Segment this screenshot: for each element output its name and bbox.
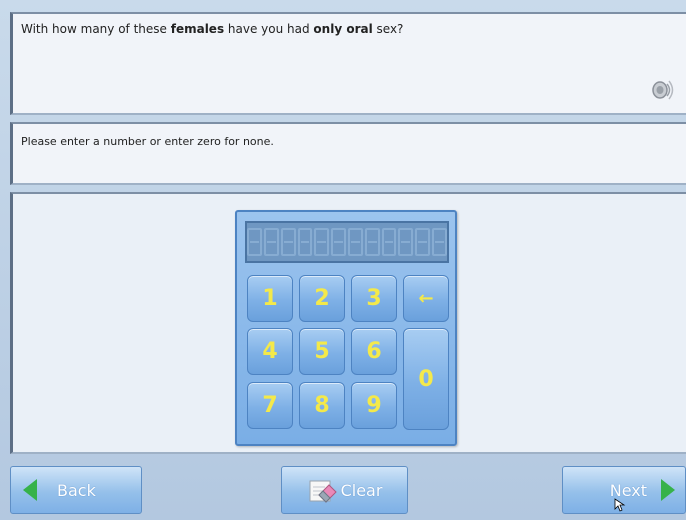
speaker-icon[interactable]	[648, 77, 674, 103]
display-digit	[381, 228, 397, 256]
instruction-text: Please enter a number or enter zero for …	[21, 135, 274, 148]
display-digit	[348, 228, 363, 256]
key-4[interactable]: 4	[247, 328, 293, 375]
key-5[interactable]: 5	[299, 328, 345, 375]
arrow-right-icon	[661, 479, 675, 501]
clear-button[interactable]: Clear	[281, 466, 408, 514]
back-label: Back	[57, 480, 96, 500]
backspace-key[interactable]: ←	[403, 275, 449, 322]
question-part: sex?	[372, 22, 404, 36]
key-3[interactable]: 3	[351, 275, 397, 322]
window-frame: With how many of these females have you …	[0, 0, 686, 520]
question-part: have you had	[224, 22, 314, 36]
display-digit	[263, 228, 279, 256]
key-8[interactable]: 8	[299, 382, 345, 429]
eraser-icon	[309, 480, 337, 503]
display-digit	[432, 228, 447, 256]
mouse-cursor-icon	[614, 498, 626, 512]
numeric-keypad: 1 2 3 ← 4 5 6 0 7 8 9	[235, 210, 457, 446]
key-7[interactable]: 7	[247, 382, 293, 429]
instruction-panel: Please enter a number or enter zero for …	[10, 122, 686, 185]
display-digit	[331, 228, 346, 256]
next-label: Next	[609, 480, 647, 500]
key-1[interactable]: 1	[247, 275, 293, 322]
arrow-left-icon	[23, 479, 37, 501]
question-part-bold: only oral	[313, 22, 373, 36]
question-part-bold: females	[170, 22, 225, 36]
display-digit	[398, 228, 414, 256]
number-display[interactable]	[245, 221, 449, 263]
question-part: With how many of these	[21, 22, 171, 36]
display-digit	[297, 228, 313, 256]
display-digit	[280, 228, 296, 256]
key-0[interactable]: 0	[403, 328, 449, 430]
question-panel: With how many of these females have you …	[10, 12, 686, 115]
key-2[interactable]: 2	[299, 275, 345, 322]
key-6[interactable]: 6	[351, 328, 397, 375]
question-text: With how many of these females have you …	[21, 22, 403, 36]
display-digit	[314, 228, 330, 256]
keypad-panel: 1 2 3 ← 4 5 6 0 7 8 9	[10, 192, 686, 454]
next-button[interactable]: Next	[562, 466, 686, 514]
display-digit	[364, 228, 380, 256]
key-9[interactable]: 9	[351, 382, 397, 429]
back-button[interactable]: Back	[10, 466, 142, 514]
display-digit	[247, 228, 262, 256]
clear-label: Clear	[340, 480, 383, 500]
display-digit	[415, 228, 431, 256]
